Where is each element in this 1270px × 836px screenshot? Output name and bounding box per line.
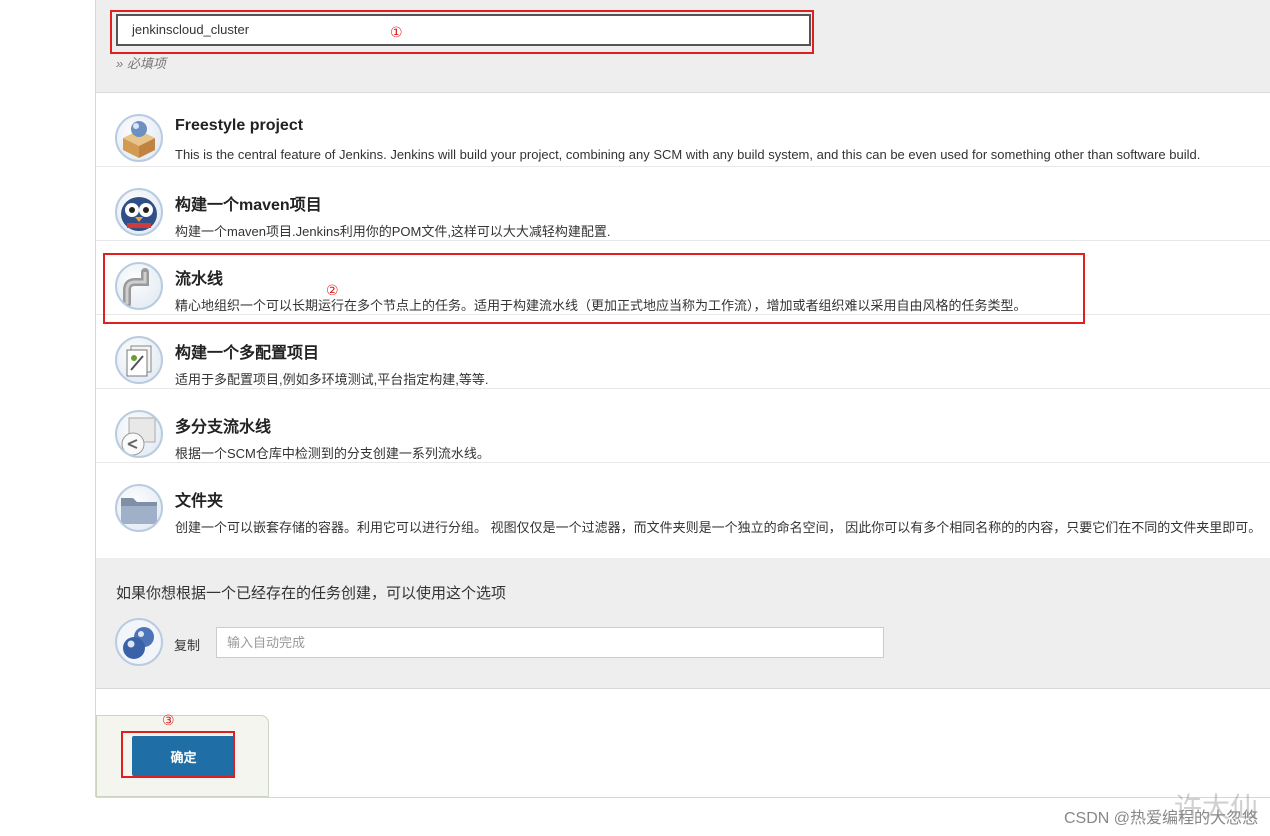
copy-label: 复制 — [174, 638, 201, 653]
item-type-folder[interactable]: 文件夹 创建一个可以嵌套存储的容器。利用它可以进行分组。 视图仅仅是一个过滤器，… — [96, 463, 1270, 536]
item-title: 文件夹 — [175, 493, 224, 510]
item-description: 根据一个SCM仓库中检测到的分支创建一系列流水线。 — [175, 446, 490, 461]
item-title: Freestyle project — [175, 117, 304, 134]
item-type-list: Freestyle project This is the central fe… — [96, 93, 1270, 557]
item-title: 构建一个多配置项目 — [175, 345, 320, 362]
pipeline-pipe-icon — [115, 262, 163, 310]
item-type-pipeline[interactable]: 流水线 精心地组织一个可以长期运行在多个节点上的任务。适用于构建流水线（更加正式… — [96, 241, 1270, 315]
item-type-freestyle[interactable]: Freestyle project This is the central fe… — [96, 93, 1270, 167]
required-note: » 必填项 — [116, 56, 166, 71]
item-name-input[interactable]: jenkinscloud_cluster — [116, 14, 811, 46]
item-description: 构建一个maven项目.Jenkins利用你的POM文件,这样可以大大减轻构建配… — [175, 224, 611, 239]
folder-icon — [115, 484, 163, 532]
new-item-page: jenkinscloud_cluster » 必填项 Freestyle pro… — [95, 0, 1270, 798]
copy-spheres-icon — [115, 618, 163, 666]
multibranch-pipeline-icon — [115, 410, 163, 458]
annotation-number-3: ③ — [162, 712, 175, 728]
item-description: 创建一个可以嵌套存储的容器。利用它可以进行分组。 视图仅仅是一个过滤器，而文件夹… — [175, 520, 1262, 535]
multi-config-icon — [115, 336, 163, 384]
copy-from-input[interactable] — [216, 627, 884, 658]
item-description: This is the central feature of Jenkins. … — [175, 147, 1201, 162]
bottom-button-panel: 确定 — [96, 715, 269, 797]
item-type-maven[interactable]: 构建一个maven项目 构建一个maven项目.Jenkins利用你的POM文件… — [96, 167, 1270, 241]
annotation-number-1: ① — [390, 24, 403, 40]
maven-owl-icon — [115, 188, 163, 236]
item-description: 适用于多配置项目,例如多环境测试,平台指定构建,等等. — [175, 372, 489, 387]
copy-heading: 如果你想根据一个已经存在的任务创建，可以使用这个选项 — [116, 585, 507, 602]
ok-button[interactable]: 确定 — [132, 736, 235, 776]
watermark: CSDN @热爱编程的大忽悠 — [1063, 810, 1258, 827]
copy-from-section: 如果你想根据一个已经存在的任务创建，可以使用这个选项 复制 — [96, 558, 1270, 689]
item-title: 流水线 — [175, 271, 224, 288]
item-type-multi-config[interactable]: 构建一个多配置项目 适用于多配置项目,例如多环境测试,平台指定构建,等等. — [96, 315, 1270, 389]
item-type-multibranch[interactable]: 多分支流水线 根据一个SCM仓库中检测到的分支创建一系列流水线。 — [96, 389, 1270, 463]
item-description: 精心地组织一个可以长期运行在多个节点上的任务。适用于构建流水线（更加正式地应当称… — [175, 298, 1027, 313]
freestyle-box-icon — [115, 114, 163, 162]
item-title: 多分支流水线 — [175, 419, 272, 436]
item-title: 构建一个maven项目 — [175, 197, 322, 214]
annotation-number-2: ② — [326, 282, 339, 298]
item-name-section: jenkinscloud_cluster » 必填项 — [96, 0, 1270, 93]
footer-area: 确定 — [96, 689, 1270, 798]
